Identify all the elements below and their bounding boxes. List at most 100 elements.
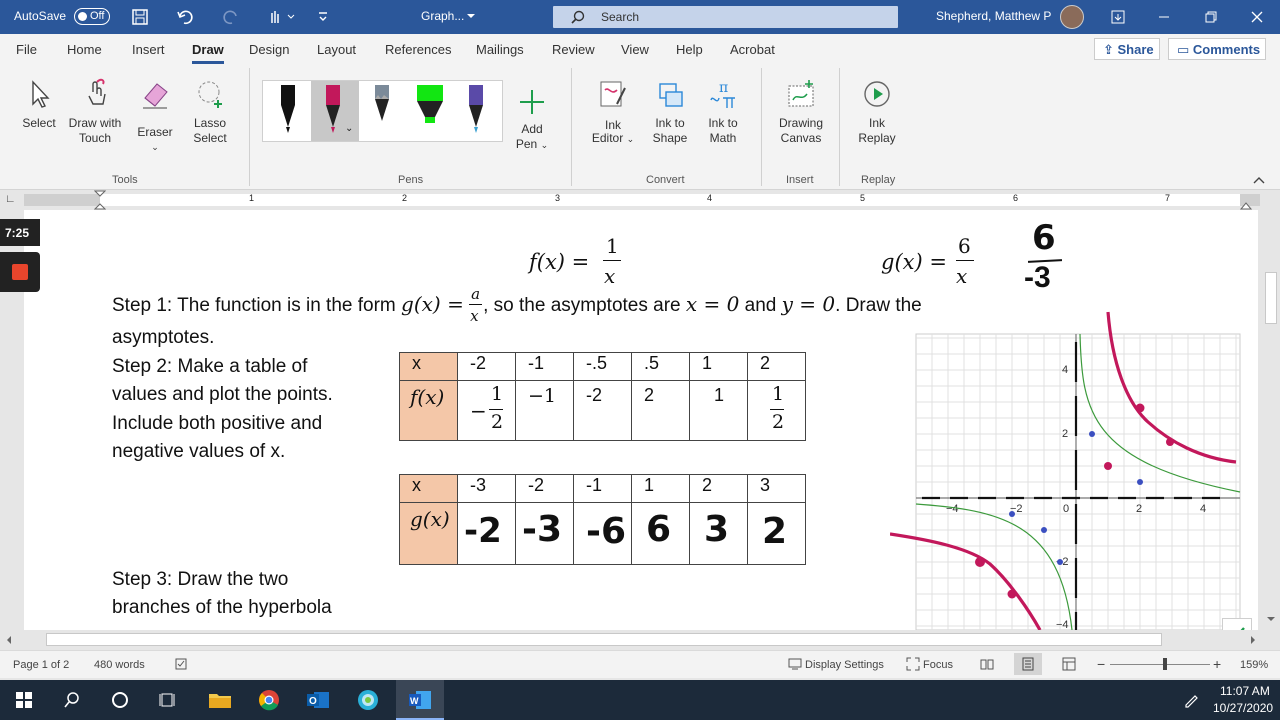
add-pen-button[interactable]: Add Pen ⌄ [512, 86, 552, 153]
ink-point [1166, 438, 1174, 446]
touch-mode-icon[interactable] [266, 7, 296, 27]
redo-icon[interactable] [222, 8, 240, 26]
print-layout-button[interactable] [1014, 653, 1042, 675]
drawing-canvas-button[interactable]: Drawing Canvas [774, 78, 828, 146]
eraser-button[interactable]: Eraser ⌄ [132, 78, 178, 152]
document-title[interactable]: Graph... [421, 9, 464, 23]
focus-label[interactable]: Focus [923, 659, 953, 671]
pen-workspace-icon[interactable] [1183, 692, 1199, 708]
chevron-down-icon[interactable]: ⌄ [345, 123, 353, 134]
focus-icon[interactable] [906, 657, 920, 671]
accept-check-button[interactable] [1222, 618, 1252, 630]
table-cell: 1 [631, 474, 690, 503]
taskbar-search-button[interactable] [48, 680, 96, 720]
chevron-down-icon[interactable] [466, 12, 476, 20]
chrome-button[interactable] [245, 680, 293, 720]
avatar[interactable] [1060, 5, 1084, 29]
display-settings-label[interactable]: Display Settings [805, 659, 884, 671]
clock-time[interactable]: 11:07 AM [1220, 684, 1270, 698]
pencil-icon[interactable] [367, 83, 397, 139]
outlook-button[interactable]: O [294, 680, 342, 720]
share-button[interactable]: ⇪ Share [1094, 38, 1160, 60]
scroll-thumb[interactable] [1265, 272, 1277, 324]
ink-replay-button[interactable]: Ink Replay [855, 78, 899, 146]
ink-point [1104, 462, 1112, 470]
scroll-right-icon[interactable] [1248, 635, 1258, 645]
restore-icon[interactable] [1203, 9, 1219, 25]
scroll-down-icon[interactable] [1266, 614, 1276, 624]
tab-help[interactable]: Help [676, 42, 703, 57]
windows-logo-icon [16, 692, 32, 708]
zoom-out-icon[interactable]: − [1097, 656, 1105, 672]
right-indent-marker-icon[interactable] [1240, 200, 1252, 210]
web-layout-icon[interactable] [1062, 657, 1076, 671]
tab-references[interactable]: References [385, 42, 451, 57]
tab-home[interactable]: Home [67, 42, 102, 57]
minimize-icon[interactable] [1156, 9, 1172, 25]
ink-editor-button[interactable]: Ink Editor ⌄ [588, 78, 638, 147]
vertical-scrollbar[interactable] [1262, 210, 1280, 630]
ribbon-display-options-icon[interactable] [1110, 9, 1126, 25]
galaxy-pen-icon[interactable] [461, 83, 491, 139]
ink-to-math-button[interactable]: π Ink to Math [700, 78, 746, 146]
search-box[interactable]: Search [553, 6, 898, 28]
x-tick-label: 0 [1063, 503, 1069, 515]
tab-review[interactable]: Review [552, 42, 595, 57]
page-count[interactable]: Page 1 of 2 [13, 659, 69, 671]
tab-view[interactable]: View [621, 42, 649, 57]
zoom-slider-track[interactable] [1110, 664, 1210, 665]
tab-selector-icon[interactable]: ∟ [5, 193, 17, 205]
lasso-select-button[interactable]: Lasso Select [186, 78, 234, 146]
chevron-down-icon[interactable]: ⌄ [151, 142, 159, 152]
tab-layout[interactable]: Layout [317, 42, 356, 57]
autosave-label: AutoSave [14, 9, 67, 23]
tab-design[interactable]: Design [249, 42, 289, 57]
zoom-slider-thumb[interactable] [1163, 658, 1167, 670]
ruler-number: 1 [249, 193, 255, 203]
undo-icon[interactable] [176, 8, 194, 26]
proofing-icon[interactable] [174, 657, 188, 671]
read-mode-icon[interactable] [980, 657, 994, 671]
selected-pen-slot[interactable]: ⌄ [311, 81, 359, 141]
stop-recording-button[interactable] [0, 252, 40, 292]
task-view-button[interactable] [144, 680, 192, 720]
tab-mailings[interactable]: Mailings [476, 42, 524, 57]
indent-marker-icon[interactable] [94, 190, 106, 210]
word-taskbar-button[interactable]: W [396, 680, 444, 720]
user-name[interactable]: Shepherd, Matthew P [936, 9, 1051, 23]
save-icon[interactable] [131, 8, 149, 26]
cortana-button[interactable] [96, 680, 144, 720]
green-highlighter-icon[interactable] [413, 83, 447, 139]
display-settings-icon[interactable] [788, 657, 802, 671]
step1-line1: Step 1: The function is in the form g(x)… [112, 285, 922, 325]
clock-date[interactable]: 10/27/2020 [1213, 701, 1273, 715]
close-icon[interactable] [1249, 9, 1265, 25]
collapse-ribbon-icon[interactable] [1252, 174, 1266, 186]
scroll-thumb[interactable] [46, 633, 1162, 646]
app-button[interactable] [344, 680, 392, 720]
toggle-knob [78, 12, 87, 21]
eraser-label: Eraser [137, 125, 173, 139]
customize-qat-icon[interactable] [316, 10, 330, 24]
autosave-toggle[interactable]: Off [74, 8, 110, 25]
document-page[interactable]: f(x) = 1 x g(x) = 6 x 6 -3 Step 1: The f… [24, 210, 1258, 630]
svg-text:O: O [309, 696, 317, 707]
word-count[interactable]: 480 words [94, 659, 145, 671]
tab-draw[interactable]: Draw [192, 42, 224, 64]
tab-insert[interactable]: Insert [132, 42, 165, 57]
tab-file[interactable]: File [16, 42, 37, 57]
select-button[interactable]: Select [18, 78, 60, 131]
scroll-left-icon[interactable] [4, 635, 14, 645]
ink-to-shape-button[interactable]: Ink to Shape [648, 78, 692, 146]
comments-button[interactable]: ▭ Comments [1168, 38, 1266, 60]
draw-with-touch-button[interactable]: Draw with Touch [64, 78, 126, 146]
tab-acrobat[interactable]: Acrobat [730, 42, 775, 57]
start-button[interactable] [0, 680, 48, 720]
share-label: Share [1117, 42, 1154, 57]
horizontal-scrollbar[interactable] [0, 630, 1280, 650]
black-pen-icon[interactable] [273, 83, 303, 139]
file-explorer-button[interactable] [196, 680, 244, 720]
zoom-in-icon[interactable]: + [1213, 656, 1221, 672]
search-icon [64, 692, 79, 708]
zoom-level[interactable]: 159% [1240, 659, 1268, 671]
